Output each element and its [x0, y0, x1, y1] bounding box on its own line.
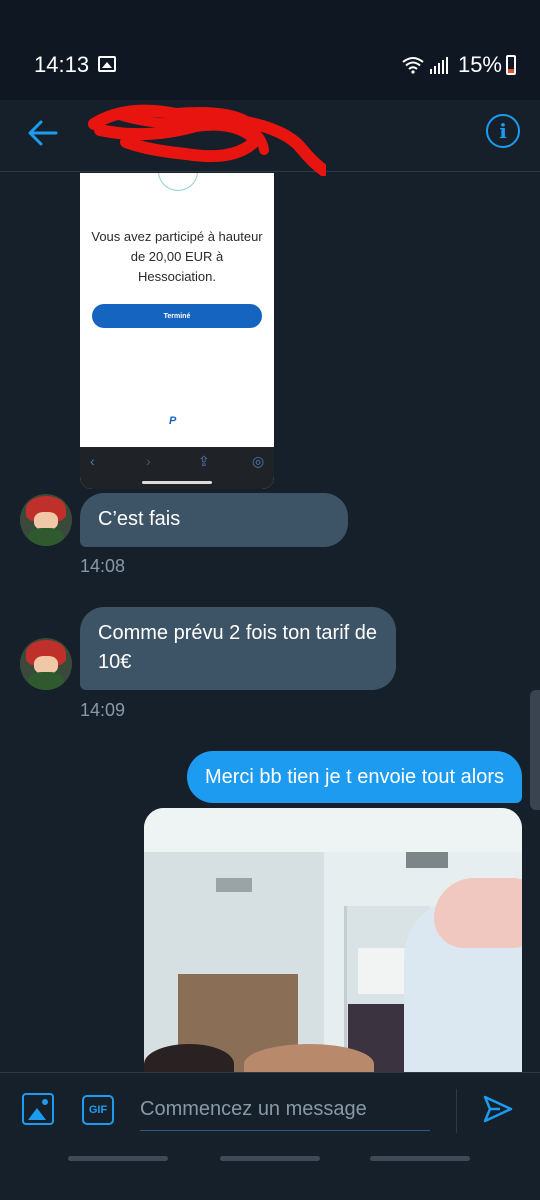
status-time: 14:13 [34, 52, 90, 77]
battery-indicator: 15% [458, 52, 516, 78]
status-icons [402, 56, 448, 74]
image-notification-icon [98, 56, 116, 72]
share-icon: ⇪ [198, 453, 210, 469]
avatar[interactable] [20, 494, 72, 546]
back-nav-button[interactable] [370, 1156, 470, 1161]
screenshot-message: Vous avez participé à hauteur de 20,00 E… [91, 229, 263, 284]
sent-photo[interactable] [144, 808, 522, 1076]
avatar[interactable] [20, 638, 72, 690]
status-bar: 14:13 15% [0, 0, 540, 100]
message-bubble-incoming[interactable]: Comme prévu 2 fois ton tarif de 10€ [80, 607, 396, 690]
screenshot-done-button: Terminé [92, 304, 262, 328]
message-bubble-incoming[interactable]: C’est fais [80, 493, 348, 547]
info-icon[interactable]: i [486, 114, 520, 148]
gif-button[interactable]: GIF [82, 1095, 114, 1125]
battery-icon [506, 55, 516, 75]
message-input[interactable] [140, 1089, 430, 1131]
paypal-logo: P [169, 415, 177, 427]
image-icon[interactable] [22, 1093, 54, 1125]
shared-screenshot-image[interactable]: Vous avez participé à hauteur de 20,00 E… [80, 173, 274, 489]
wifi-icon [402, 56, 424, 74]
name-redaction [88, 104, 326, 176]
screenshot-browser-toolbar: ‹ › ⇪ ◎ [80, 447, 274, 489]
signal-icon [430, 56, 448, 74]
check-circle-icon [158, 173, 198, 191]
home-indicator [142, 481, 212, 484]
send-icon[interactable] [482, 1093, 514, 1125]
recents-nav-button[interactable] [68, 1156, 168, 1161]
composer-divider [456, 1089, 457, 1133]
battery-percent: 15% [457, 52, 502, 77]
message-composer: GIF [0, 1072, 540, 1200]
system-nav-bar [0, 1150, 540, 1170]
arrow-left-icon[interactable] [26, 118, 60, 148]
chevron-right-icon: › [146, 453, 151, 469]
compass-icon: ◎ [252, 453, 265, 469]
message-bubble-outgoing[interactable]: Merci bb tien je t envoie tout alors [186, 751, 522, 803]
chevron-left-icon: ‹ [90, 453, 95, 469]
message-timestamp: 14:08 [80, 556, 126, 576]
message-timestamp: 14:09 [80, 700, 126, 720]
home-nav-button[interactable] [220, 1156, 320, 1161]
scroll-handle[interactable] [530, 690, 540, 810]
